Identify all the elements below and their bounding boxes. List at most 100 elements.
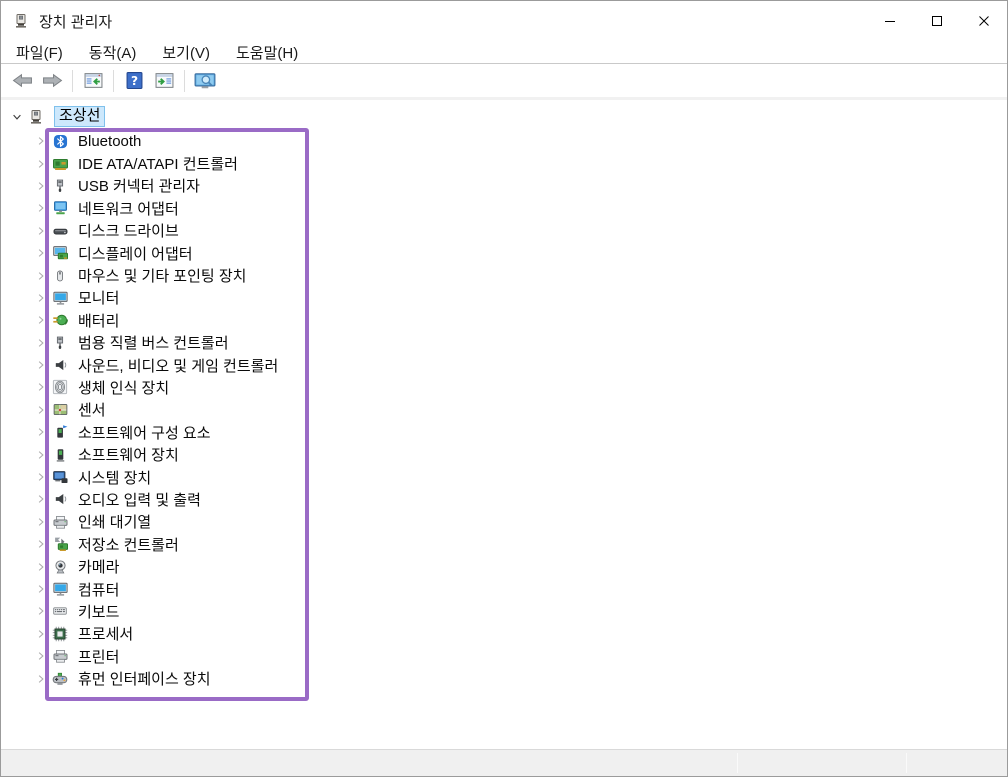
menu-item-view[interactable]: 보기(V) (155, 40, 217, 65)
menu-item-file[interactable]: 파일(F) (9, 40, 70, 65)
tree-item[interactable]: 시스템 장치 (1, 466, 1007, 488)
maximize-icon (931, 15, 943, 27)
chevron-right-icon[interactable] (33, 469, 49, 485)
chevron-right-icon[interactable] (33, 335, 49, 351)
tree-item[interactable]: 배터리 (1, 309, 1007, 331)
toolbar: ? (1, 64, 1007, 100)
tree-item[interactable]: 소프트웨어 장치 (1, 443, 1007, 465)
tree-item[interactable]: 키보드 (1, 600, 1007, 622)
chevron-right-icon[interactable] (33, 626, 49, 642)
chevron-right-icon[interactable] (33, 603, 49, 619)
chevron-right-icon[interactable] (33, 671, 49, 687)
tree-item[interactable]: 카메라 (1, 555, 1007, 577)
chevron-right-icon[interactable] (33, 491, 49, 507)
tree-item[interactable]: 휴먼 인터페이스 장치 (1, 667, 1007, 689)
tree-item[interactable]: 프로세서 (1, 623, 1007, 645)
tree-item[interactable]: 오디오 입력 및 출력 (1, 488, 1007, 510)
chevron-right-icon[interactable] (33, 447, 49, 463)
tree-item[interactable]: IDE ATA/ATAPI 컨트롤러 (1, 152, 1007, 174)
chevron-right-icon[interactable] (33, 648, 49, 664)
chevron-down-icon[interactable] (9, 109, 25, 125)
minimize-button[interactable] (866, 1, 913, 41)
chevron-right-icon[interactable] (33, 379, 49, 395)
tree-item-list: BluetoothIDE ATA/ATAPI 컨트롤러USB 커넥터 관리자네트… (1, 130, 1007, 690)
tree-root-item[interactable]: 조상선 (9, 105, 105, 128)
menu-item-help[interactable]: 도움말(H) (229, 40, 305, 65)
show-console-tree-button[interactable] (78, 67, 108, 95)
menu-item-action[interactable]: 동작(A) (82, 40, 144, 65)
maximize-button[interactable] (913, 1, 960, 41)
tree-item[interactable]: 네트워크 어댑터 (1, 197, 1007, 219)
tree-item[interactable]: 인쇄 대기열 (1, 511, 1007, 533)
display-adapter-icon (51, 245, 69, 261)
chevron-right-icon[interactable] (33, 357, 49, 373)
tree-item[interactable]: 디스크 드라이브 (1, 220, 1007, 242)
camera-icon (51, 559, 69, 575)
tree-item[interactable]: 범용 직렬 버스 컨트롤러 (1, 332, 1007, 354)
tree-item[interactable]: 모니터 (1, 287, 1007, 309)
console-tree-icon (84, 72, 103, 89)
tree-item[interactable]: Bluetooth (1, 130, 1007, 152)
status-bar (1, 749, 1007, 776)
tree-item[interactable]: 마우스 및 기타 포인팅 장치 (1, 264, 1007, 286)
tree-item-label: IDE ATA/ATAPI 컨트롤러 (78, 153, 238, 174)
chevron-right-icon[interactable] (33, 581, 49, 597)
window-title: 장치 관리자 (39, 11, 112, 32)
tree-item-label: 배터리 (78, 310, 119, 331)
tree-item-label: 디스플레이 어댑터 (78, 243, 193, 264)
tree-item[interactable]: 프린터 (1, 645, 1007, 667)
statusbar-separator (737, 753, 738, 773)
chevron-right-icon[interactable] (33, 424, 49, 440)
tree-item-label: 휴먼 인터페이스 장치 (78, 668, 211, 689)
usb-connector-icon (51, 178, 69, 194)
close-button[interactable] (960, 1, 1007, 41)
tree-item-label: 카메라 (78, 556, 119, 577)
device-tree-panel: 조상선 BluetoothIDE ATA/ATAPI 컨트롤러USB 커넥터 관… (1, 100, 1007, 749)
chevron-right-icon[interactable] (33, 178, 49, 194)
forward-arrow-icon (42, 72, 63, 89)
mouse-icon (51, 268, 69, 284)
tree-item[interactable]: 소프트웨어 구성 요소 (1, 421, 1007, 443)
svg-text:?: ? (130, 74, 137, 88)
chevron-right-icon[interactable] (33, 559, 49, 575)
chevron-right-icon[interactable] (33, 223, 49, 239)
export-list-icon (155, 72, 174, 89)
tree-item[interactable]: 디스플레이 어댑터 (1, 242, 1007, 264)
statusbar-separator (906, 753, 907, 773)
biometric-icon (51, 379, 69, 395)
chevron-right-icon[interactable] (33, 200, 49, 216)
sound-icon (51, 357, 69, 373)
system-device-icon (51, 469, 69, 485)
forward-button[interactable] (37, 67, 67, 95)
properties-button[interactable] (149, 67, 179, 95)
back-button[interactable] (7, 67, 37, 95)
tree-item[interactable]: 저장소 컨트롤러 (1, 533, 1007, 555)
chevron-right-icon[interactable] (33, 536, 49, 552)
scan-icon (194, 72, 216, 90)
monitor-icon (51, 290, 69, 306)
scan-hardware-changes-button[interactable] (190, 67, 220, 95)
minimize-icon (884, 15, 896, 27)
computer-icon (51, 581, 69, 597)
chevron-right-icon[interactable] (33, 133, 49, 149)
help-button[interactable]: ? (119, 67, 149, 95)
tree-item[interactable]: 컴퓨터 (1, 578, 1007, 600)
tree-item[interactable]: 사운드, 비디오 및 게임 컨트롤러 (1, 354, 1007, 376)
chevron-right-icon[interactable] (33, 514, 49, 530)
tree-item-label: 디스크 드라이브 (78, 220, 179, 241)
chevron-right-icon[interactable] (33, 402, 49, 418)
chevron-right-icon[interactable] (33, 290, 49, 306)
toolbar-separator (113, 70, 114, 92)
tree-item[interactable]: 생체 인식 장치 (1, 376, 1007, 398)
chevron-right-icon[interactable] (33, 312, 49, 328)
tree-item[interactable]: 센서 (1, 399, 1007, 421)
device-manager-window: 장치 관리자 파일(F) 동작(A) 보기(V) 도움말(H) ? 조상선 Bl… (0, 0, 1008, 777)
tree-item[interactable]: USB 커넥터 관리자 (1, 175, 1007, 197)
chevron-right-icon[interactable] (33, 268, 49, 284)
tree-root-label[interactable]: 조상선 (54, 106, 105, 127)
tree-item-label: 인쇄 대기열 (78, 511, 151, 532)
chevron-right-icon[interactable] (33, 245, 49, 261)
tree-item-label: 컴퓨터 (78, 579, 119, 600)
processor-icon (51, 626, 69, 642)
chevron-right-icon[interactable] (33, 156, 49, 172)
